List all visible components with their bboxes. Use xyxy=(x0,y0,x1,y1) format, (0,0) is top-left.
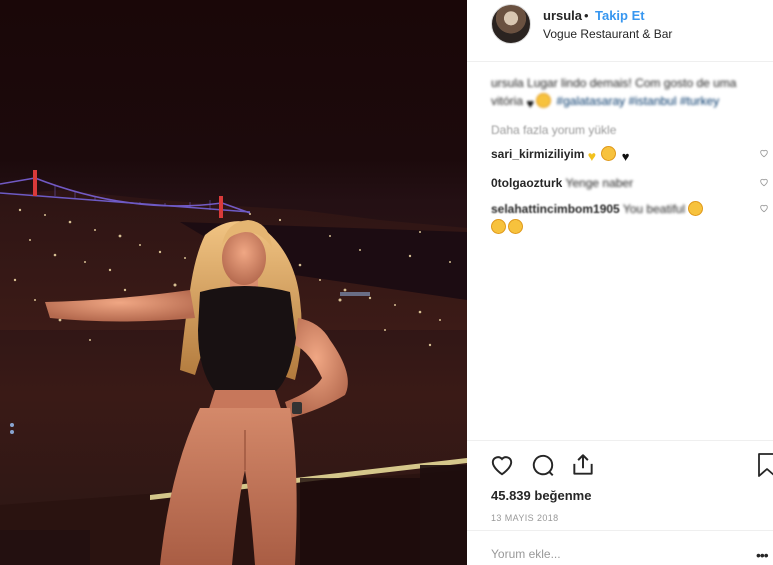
comment-username[interactable]: sari_kirmiziliyim xyxy=(491,147,584,161)
comment-item: sari_kirmiziliyim ♥ ♥ xyxy=(491,145,768,166)
avatar[interactable] xyxy=(491,4,531,44)
comment-username[interactable]: 0tolgaozturk xyxy=(491,176,562,190)
comment-text: Yenge naber xyxy=(565,176,634,190)
heart-eyes-emoji-icon xyxy=(688,201,704,216)
post-photo-art xyxy=(0,170,467,565)
heart-eyes-emoji-icon xyxy=(508,219,523,234)
post-header: ursula • Takip Et Vogue Restaurant & Bar xyxy=(467,0,773,62)
comment-text: You beatiful xyxy=(622,202,686,216)
share-icon[interactable] xyxy=(570,452,596,478)
load-more-comments-button[interactable]: Daha fazla yorum yükle xyxy=(491,123,773,137)
likes-count[interactable]: 45.839 beğenme xyxy=(491,488,591,503)
comment-like-heart-icon[interactable] xyxy=(759,177,769,187)
heart-eyes-emoji-icon xyxy=(601,146,617,161)
comment-icon[interactable] xyxy=(530,452,556,478)
comment-username[interactable]: selahattincimbom1905 xyxy=(491,202,620,216)
post-date[interactable]: 13 MAYIS 2018 xyxy=(491,513,559,523)
comment-item: selahattincimbom1905 You beatiful xyxy=(491,200,768,236)
more-options-icon[interactable]: ••• xyxy=(756,547,769,563)
comments-list: ursula Lugar lindo demais! Com gosto de … xyxy=(491,74,773,236)
heart-icon[interactable] xyxy=(489,452,515,478)
comment-item: 0tolgaozturk Yenge naber xyxy=(491,174,768,192)
caption: ursula Lugar lindo demais! Com gosto de … xyxy=(491,74,761,113)
black-heart-icon: ♥ xyxy=(621,149,630,164)
comment-input[interactable] xyxy=(491,547,731,561)
caption-username[interactable]: ursula xyxy=(491,76,524,90)
post-username[interactable]: ursula xyxy=(543,8,582,23)
smiling-face-icon xyxy=(536,93,552,108)
caption-hashtags[interactable]: #galatasaray #istanbul #turkey xyxy=(556,94,719,108)
comment-like-heart-icon[interactable] xyxy=(759,148,769,158)
post-detail-pane: ursula • Takip Et Vogue Restaurant & Bar… xyxy=(467,0,773,565)
yellow-heart-icon: ♥ xyxy=(587,148,597,164)
comment-like-heart-icon[interactable] xyxy=(759,203,769,213)
separator-dot: • xyxy=(584,8,589,23)
post-actions: 45.839 beğenme 13 MAYIS 2018 ••• xyxy=(467,440,773,565)
post-location[interactable]: Vogue Restaurant & Bar xyxy=(543,27,672,41)
bookmark-icon[interactable] xyxy=(757,452,773,478)
heart-eyes-emoji-icon xyxy=(491,219,506,234)
black-heart-icon: ♥ xyxy=(526,96,535,111)
post-photo[interactable] xyxy=(0,0,467,565)
add-comment-bar: ••• xyxy=(467,530,773,565)
follow-button[interactable]: Takip Et xyxy=(595,8,645,23)
